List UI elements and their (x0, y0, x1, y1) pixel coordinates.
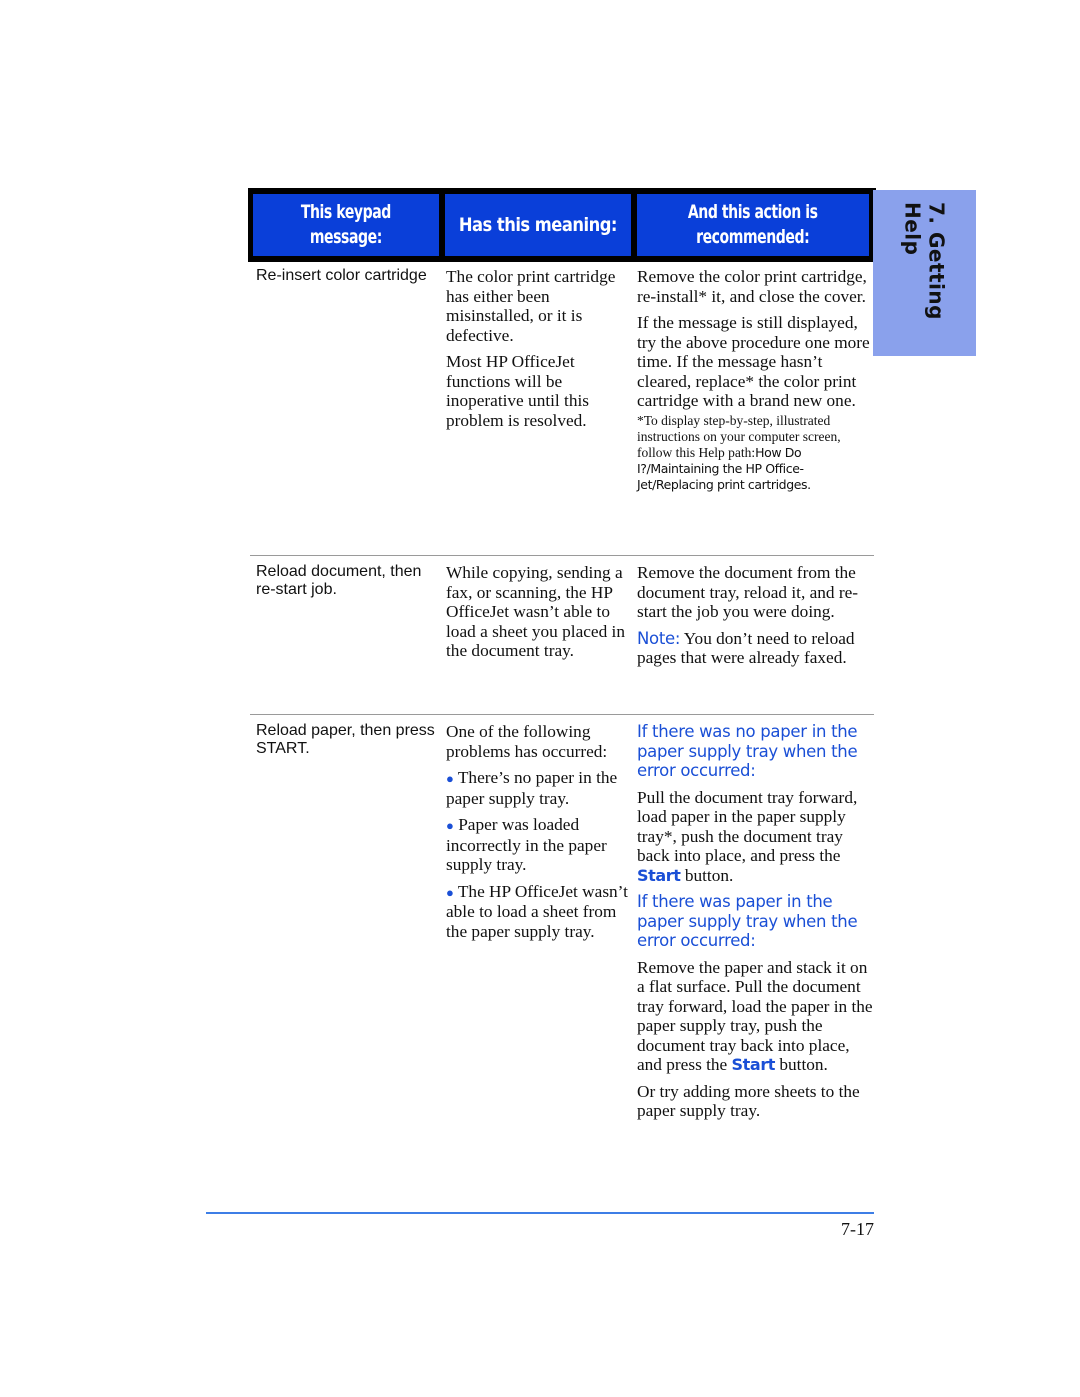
meaning-intro: One of the following problems has occurr… (446, 722, 608, 761)
footnote-text: *To display step-by-step, illustrated in… (637, 412, 841, 460)
action-cell: If there was no paper in the paper suppl… (637, 722, 873, 1128)
meaning-paragraph: Most HP OfficeJet functions will be inop… (446, 352, 590, 430)
keypad-message: Reload document, then re-start job. (256, 563, 422, 598)
action-cell: Remove the color print cartridge, re-ins… (637, 267, 873, 500)
start-button-ref: Start (637, 865, 681, 885)
action-text: button. (680, 865, 734, 885)
bullet-text: There’s no paper in the paper supply tra… (446, 768, 618, 808)
table-header: This keypad message: Has this meaning: An… (248, 188, 876, 262)
action-text: Pull the document tray forward, load pap… (637, 787, 858, 866)
header-keypad-message: This keypad message: (253, 194, 439, 256)
action-paragraph: Or try adding more sheets to the paper s… (637, 1081, 860, 1121)
meaning-bullet: ● There’s no paper in the paper supply t… (446, 768, 632, 808)
note-paragraph: Note: You don’t need to reload pages tha… (637, 629, 873, 668)
note-label: Note: (637, 628, 681, 648)
action-cell: Remove the document from the document tr… (637, 563, 873, 675)
row-divider (250, 555, 874, 556)
chapter-tab[interactable]: 7. Getting Help (873, 190, 976, 356)
header-keypad-message-line1: This keypad (300, 201, 392, 223)
footer-rule (206, 1212, 874, 1214)
header-action-line1: And this action is (688, 201, 818, 223)
meaning-cell: While copying, sending a fax, or scannin… (446, 563, 632, 668)
footnote: *To display step-by-step, illustrated in… (637, 413, 873, 493)
action-paragraph: Remove the document from the document tr… (637, 563, 859, 621)
action-paragraph: If the message is still displayed, try t… (637, 313, 870, 410)
header-meaning: Has this meaning: (445, 194, 631, 256)
bullet-icon: ● (446, 771, 454, 786)
page-number: 7-17 (841, 1219, 874, 1239)
keypad-message: Reload paper, then press START. (256, 722, 435, 757)
bullet-icon: ● (446, 818, 454, 833)
start-button-ref: Start (731, 1055, 776, 1074)
row-divider (250, 714, 874, 715)
action-subheading: If there was no paper in the paper suppl… (637, 722, 858, 780)
action-subheading: If there was paper in the paper supply t… (637, 892, 858, 950)
action-paragraph: Remove the paper and stack it on a flat … (637, 958, 873, 1075)
meaning-cell: The color print cartridge has either bee… (446, 267, 632, 437)
meaning-cell: One of the following problems has occurr… (446, 722, 632, 948)
bullet-text: Paper was loaded incorrectly in the pape… (446, 815, 607, 874)
header-keypad-message-line2: message: (309, 226, 383, 248)
chapter-tab-label: 7. Getting Help (900, 202, 949, 320)
bullet-text: The HP OfficeJet wasn’t able to load a s… (446, 881, 628, 941)
bullet-icon: ● (446, 884, 454, 900)
header-action: And this action is recommended: (637, 194, 869, 256)
action-text: button. (775, 1055, 828, 1074)
keypad-message: Re-insert color cartridge (256, 267, 427, 284)
meaning-paragraph: The color print cartridge has either bee… (446, 267, 616, 345)
action-paragraph: Pull the document tray forward, load pap… (637, 788, 873, 886)
meaning-bullet: ● Paper was loaded incorrectly in the pa… (446, 815, 632, 875)
meaning-bullet: ● The HP OfficeJet wasn’t able to load a… (446, 882, 632, 942)
meaning-paragraph: While copying, sending a fax, or scannin… (446, 563, 625, 660)
action-paragraph: Remove the color print cartridge, re-ins… (637, 267, 867, 306)
header-action-line2: recommended: (696, 226, 810, 248)
header-meaning-text: Has this meaning: (458, 213, 618, 236)
